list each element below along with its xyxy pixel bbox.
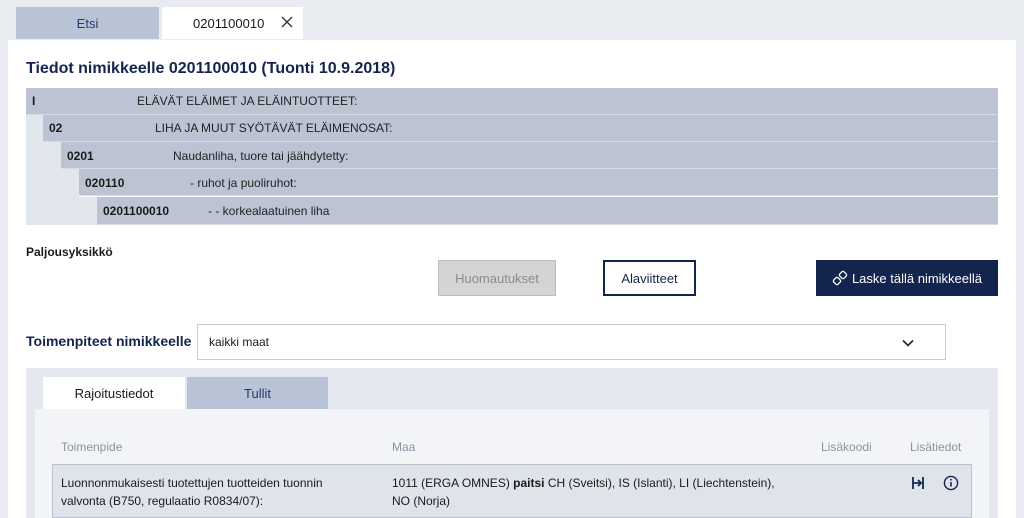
calculate-button-label: Laske tällä nimikkeellä bbox=[851, 270, 983, 286]
hierarchy-indent bbox=[26, 115, 43, 225]
info-icon[interactable] bbox=[943, 475, 959, 491]
notes-button-label: Huomautukset bbox=[455, 270, 539, 286]
calculate-button[interactable]: Laske tällä nimikkeellä bbox=[816, 260, 998, 296]
hierarchy-indent bbox=[79, 197, 97, 225]
link-icon bbox=[832, 270, 848, 286]
hierarchy-code: 020110 bbox=[85, 176, 125, 190]
tab-restrictions[interactable]: Rajoitustiedot bbox=[43, 377, 185, 409]
hierarchy-indent bbox=[43, 142, 61, 225]
column-header-additional-code: Lisäkoodi bbox=[821, 440, 872, 454]
column-header-additional-info: Lisätiedot bbox=[910, 440, 962, 454]
tab-search-label: Etsi bbox=[76, 15, 99, 31]
hierarchy-code: 0201100010 bbox=[103, 204, 170, 218]
country-select[interactable]: kaikki maat bbox=[197, 324, 946, 360]
country-cell: 1011 (ERGA OMNES) paitsi CH (Sveitsi), I… bbox=[392, 474, 775, 510]
tab-duties-label: Tullit bbox=[244, 385, 271, 401]
hierarchy-desc: - ruhot ja puoliruhot: bbox=[190, 176, 297, 190]
country-code: 1011 (ERGA OMNES) bbox=[392, 476, 514, 490]
hierarchy-desc: Naudanliha, tuore tai jäähdytetty: bbox=[173, 149, 349, 163]
tab-search[interactable]: Etsi bbox=[16, 7, 159, 39]
footnotes-button[interactable]: Alaviitteet bbox=[603, 260, 696, 296]
hierarchy-code: 0201 bbox=[67, 149, 94, 163]
tab-item-label: 0201100010 bbox=[193, 15, 265, 31]
tab-restrictions-label: Rajoitustiedot bbox=[74, 385, 154, 401]
close-icon[interactable] bbox=[279, 14, 295, 30]
measure-cell: Luonnonmukaisesti tuotettujen tuotteiden… bbox=[61, 474, 323, 510]
hierarchy-indent bbox=[61, 169, 79, 225]
notes-button[interactable]: Huomautukset bbox=[438, 260, 556, 296]
country-line: NO (Norja) bbox=[392, 494, 451, 508]
country-select-value: kaikki maat bbox=[209, 335, 270, 349]
column-header-measure: Toimenpide bbox=[61, 440, 123, 454]
column-header-country: Maa bbox=[392, 440, 416, 454]
hierarchy-desc: - - korkealaatuinen liha bbox=[208, 204, 330, 218]
hierarchy-code: 02 bbox=[49, 121, 63, 135]
measure-line: Luonnonmukaisesti tuotettujen tuotteiden… bbox=[61, 476, 323, 490]
chevron-down-icon bbox=[902, 339, 914, 347]
measures-label: Toimenpiteet nimikkeelle bbox=[26, 333, 192, 349]
hierarchy-desc: ELÄVÄT ELÄIMET JA ELÄINTUOTTEET: bbox=[137, 94, 358, 108]
country-exceptions: CH (Sveitsi), IS (Islanti), LI (Liechten… bbox=[544, 476, 775, 490]
footnotes-button-label: Alaviitteet bbox=[621, 270, 678, 286]
quantity-unit-label: Paljousyksikkö bbox=[26, 245, 113, 259]
page-title: Tiedot nimikkeelle 0201100010 (Tuonti 10… bbox=[26, 60, 396, 77]
hierarchy-code: I bbox=[32, 94, 36, 108]
measure-line: valvonta (B750, regulaatio R0834/07): bbox=[61, 494, 264, 508]
tab-item[interactable]: 0201100010 bbox=[162, 7, 303, 39]
tab-duties[interactable]: Tullit bbox=[187, 377, 328, 409]
country-line: 1011 (ERGA OMNES) paitsi CH (Sveitsi), I… bbox=[392, 474, 775, 492]
transfer-icon[interactable] bbox=[910, 475, 926, 491]
hierarchy-desc: LIHA JA MUUT SYÖTÄVÄT ELÄIMENOSAT: bbox=[155, 121, 393, 135]
country-except: paitsi bbox=[513, 476, 545, 490]
